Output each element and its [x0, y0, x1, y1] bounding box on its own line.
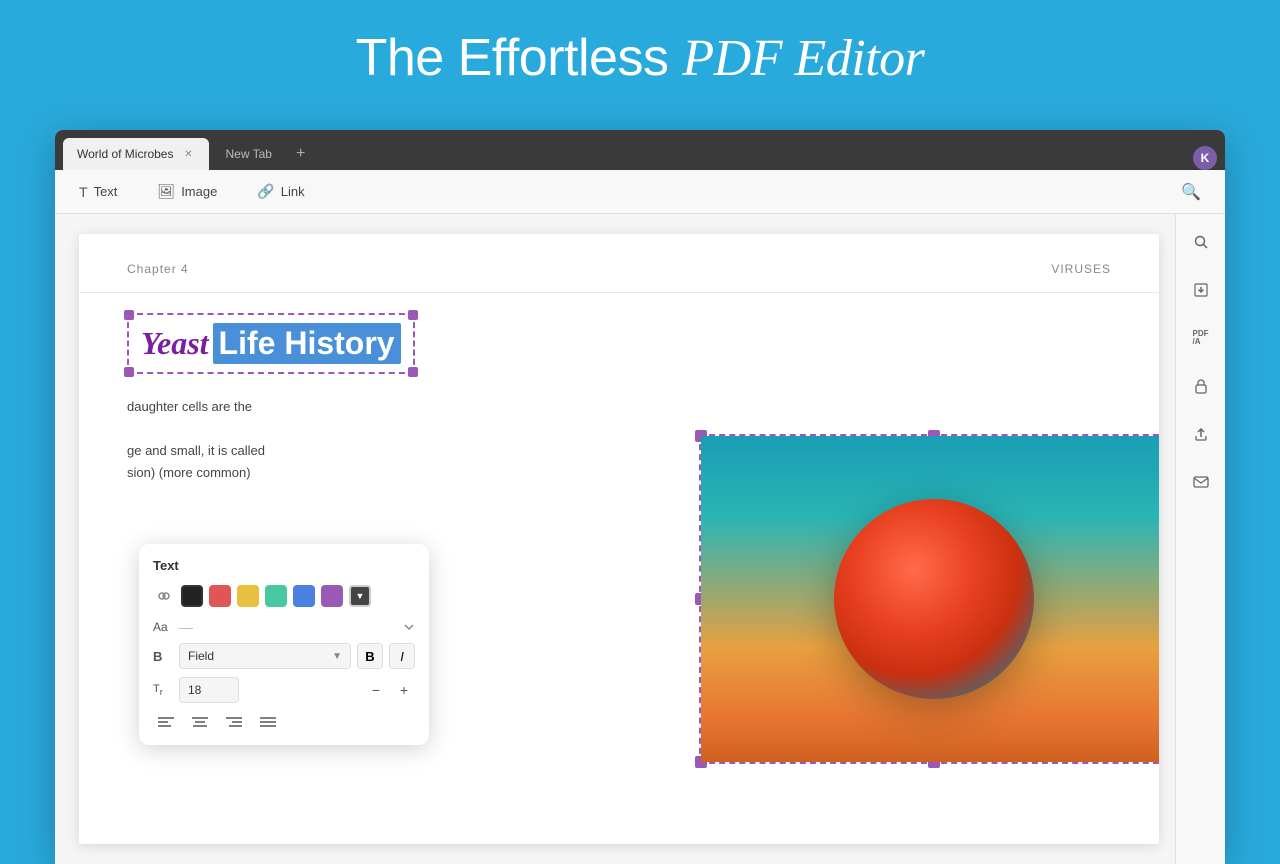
sphere-image [701, 436, 1159, 762]
color-blue[interactable] [293, 585, 315, 607]
text-icon: T [79, 184, 88, 200]
size-plus-button[interactable]: + [393, 679, 415, 701]
align-right-button[interactable] [221, 711, 247, 733]
sidebar-search-button[interactable] [1185, 226, 1217, 258]
handle-top-left[interactable] [124, 310, 134, 320]
tab-inactive-label: New Tab [225, 147, 271, 161]
app-title-normal: The Effortless [356, 29, 683, 87]
tab-world-of-microbes[interactable]: World of Microbes ✕ [63, 138, 209, 170]
bold-italic-row: B Field ▼ B I [153, 643, 415, 669]
align-row [153, 711, 415, 733]
search-button[interactable]: 🔍 [1173, 178, 1209, 206]
avatar: K [1193, 146, 1217, 170]
body-paragraph-1: daughter cells are the [127, 396, 1111, 418]
chapter-label: Chapter 4 [127, 262, 189, 276]
size-input[interactable]: 18 [179, 677, 239, 703]
dropdown-arrow-icon: ▼ [332, 651, 342, 662]
color-black[interactable] [181, 585, 203, 607]
tab-bar: World of Microbes ✕ New Tab + K [55, 130, 1225, 170]
color-yellow[interactable] [237, 585, 259, 607]
image-container[interactable] [699, 434, 1159, 764]
browser-window: World of Microbes ✕ New Tab + K T Text 🖼… [55, 130, 1225, 864]
handle-bottom-right[interactable] [408, 367, 418, 377]
link-tool[interactable]: 🔗 Link [249, 179, 312, 204]
title-section: Yeast Life History [79, 293, 1159, 384]
handle-top-right[interactable] [408, 310, 418, 320]
tab-active-label: World of Microbes [77, 147, 173, 161]
right-sidebar: PDF/A [1175, 214, 1225, 864]
toolbar: T Text 🖼 Image 🔗 Link 🔍 [55, 170, 1225, 214]
sidebar-mail-button[interactable] [1185, 466, 1217, 498]
image-label: Image [181, 184, 217, 199]
title-selection-box[interactable]: Yeast Life History [127, 313, 415, 374]
font-aa-label: Aa [153, 620, 173, 634]
app-header: The Effortless PDF Editor [0, 0, 1280, 106]
text-format-popup: Text [139, 544, 429, 745]
bold-button[interactable]: B [357, 643, 383, 669]
link-label: Link [281, 184, 305, 199]
image-tool[interactable]: 🖼 Image [149, 179, 225, 204]
link-icon: 🔗 [257, 183, 274, 200]
handle-bottom-left[interactable] [124, 367, 134, 377]
content-area: Chapter 4 VIRUSES Yeast Life History [55, 214, 1225, 864]
tab-close-icon[interactable]: ✕ [181, 147, 195, 161]
new-tab-button[interactable]: + [288, 138, 313, 170]
title-text: Yeast Life History [141, 323, 401, 364]
section-label: VIRUSES [1051, 262, 1111, 276]
sidebar-share-button[interactable] [1185, 418, 1217, 450]
text-label: Text [94, 184, 118, 199]
font-dropdown-value: Field [188, 649, 214, 663]
font-aa-row: Aa — [153, 619, 415, 635]
chevron-down-icon [403, 621, 415, 633]
link-color-icon [153, 585, 175, 607]
font-separator: — [179, 619, 193, 635]
page-header: Chapter 4 VIRUSES [79, 234, 1159, 293]
app-title: The Effortless PDF Editor [0, 28, 1280, 88]
pdf-page: Chapter 4 VIRUSES Yeast Life History [79, 234, 1159, 844]
size-row: Tr 18 − + [153, 677, 415, 703]
align-center-button[interactable] [187, 711, 213, 733]
tab-new-tab[interactable]: New Tab [211, 138, 285, 170]
image-icon: 🖼 [157, 183, 175, 200]
popup-title: Text [153, 558, 415, 573]
bold-icon-label: B [153, 649, 173, 664]
toolbar-right: 🔍 [1173, 178, 1209, 206]
title-yeast: Yeast [141, 325, 209, 362]
size-value: 18 [188, 683, 201, 697]
color-row: ▼ [153, 585, 415, 607]
color-picker[interactable]: ▼ [349, 585, 371, 607]
color-green[interactable] [265, 585, 287, 607]
sphere-graphic [834, 499, 1034, 699]
font-dropdown[interactable]: Field ▼ [179, 643, 351, 669]
title-selected: Life History [213, 323, 401, 364]
size-minus-button[interactable]: − [365, 679, 387, 701]
color-red[interactable] [209, 585, 231, 607]
app-title-cursive: PDF Editor [682, 30, 924, 87]
align-justify-button[interactable] [255, 711, 281, 733]
sidebar-download-button[interactable] [1185, 274, 1217, 306]
sidebar-lock-button[interactable] [1185, 370, 1217, 402]
size-icon-label: Tr [153, 683, 173, 697]
italic-button[interactable]: I [389, 643, 415, 669]
text-tool[interactable]: T Text [71, 180, 125, 204]
sidebar-pdfa-button[interactable]: PDF/A [1185, 322, 1217, 354]
color-purple[interactable] [321, 585, 343, 607]
align-left-button[interactable] [153, 711, 179, 733]
